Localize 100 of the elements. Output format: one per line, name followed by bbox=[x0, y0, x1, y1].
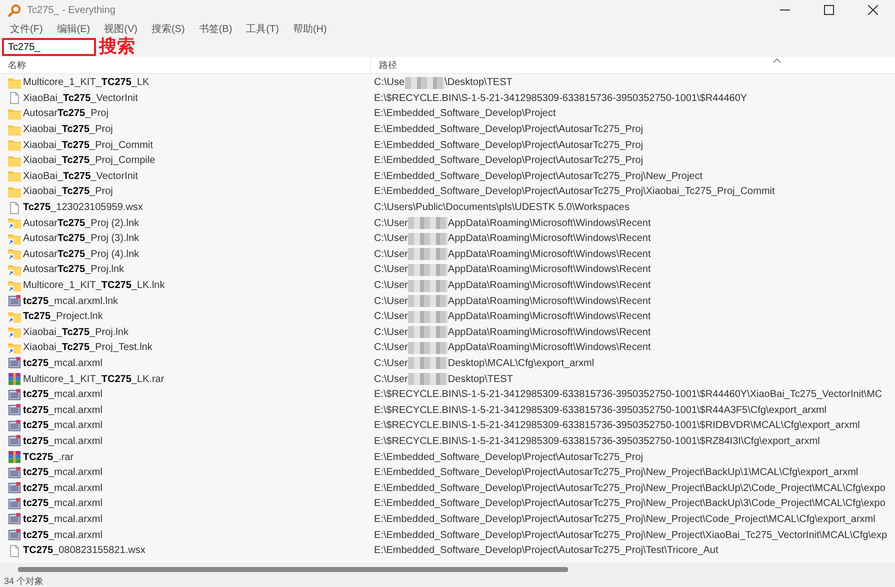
file-path: E:\Embedded_Software_Develop\Project\AutosarTc275_Proj\New_Project\BackUp\2\Code_Project\MCAL\Cfg\expo bbox=[374, 482, 886, 494]
sort-caret-icon bbox=[773, 58, 781, 63]
file-name: Xiaobai_Tc275_Proj_Compile bbox=[23, 155, 156, 166]
maximize-icon[interactable] bbox=[824, 5, 834, 15]
file-name: tc275_mcal.arxml bbox=[23, 514, 102, 525]
file-path: E:\Embedded_Software_Develop\Project\AutosarTc275_Proj bbox=[374, 124, 644, 136]
file-path: E:\Embedded_Software_Develop\Project\AutosarTc275_Proj\New_Project\Code_Project\MCAL\Cfg\export_arxml bbox=[374, 514, 876, 525]
redaction-blur bbox=[408, 357, 448, 370]
file-path: E:\Embedded_Software_Develop\Project\AutosarTc275_Proj bbox=[374, 155, 644, 166]
file-path: E:\$RECYCLE.BIN\S-1-5-21-3412985309-633815736-3950352750-1001\$R44A3F5\Cfg\export_arxml bbox=[374, 404, 827, 416]
folder-icon bbox=[8, 124, 21, 136]
column-header[interactable]: 路径 bbox=[370, 57, 895, 73]
file-path: AppData\Roaming\Microsoft\Windows\Recent bbox=[448, 296, 651, 307]
file-path: E:\Embedded_Software_Develop\Project\AutosarTc275_Proj\New_Project\BackUp\1\MCAL\Cfg\export_arxml bbox=[374, 467, 858, 478]
file-path: C:\User bbox=[374, 264, 408, 276]
file-path: AppData\Roaming\Microsoft\Windows\Recent bbox=[448, 248, 651, 260]
redaction-blur bbox=[404, 76, 445, 89]
file-name: Xiaobai_Tc275_Proj bbox=[23, 124, 113, 136]
file-name: Tc275_Project.lnk bbox=[23, 311, 103, 322]
file-name: tc275_mcal.arxml bbox=[23, 530, 102, 541]
document-window-icon bbox=[8, 295, 21, 308]
file-name: AutosarTc275_Proj (3).lnk bbox=[23, 233, 139, 244]
file-path: C:\User bbox=[374, 311, 408, 322]
file-path: E:\$RECYCLE.BIN\S-1-5-21-3412985309-633815736-3950352750-1001\$R44460Y\XiaoBai_Tc275_VectorInit\MC bbox=[374, 389, 882, 400]
document-window-icon bbox=[8, 466, 21, 479]
file-path: AppData\Roaming\Microsoft\Windows\Recent bbox=[448, 342, 651, 354]
redaction-blur bbox=[408, 232, 448, 245]
file-name: AutosarTc275_Proj.lnk bbox=[23, 264, 124, 276]
menu-item[interactable]: 编辑(E) bbox=[56, 22, 90, 36]
file-name: Xiaobai_Tc275_Proj.lnk bbox=[23, 326, 128, 338]
file-path: E:\Embedded_Software_Develop\Project\AutosarTc275_Proj\Test\Tricore_Aut bbox=[374, 545, 718, 556]
file-path: AppData\Roaming\Microsoft\Windows\Recent bbox=[448, 233, 651, 244]
menu-item[interactable]: 文件(F) bbox=[10, 22, 43, 36]
file-path: AppData\Roaming\Microsoft\Windows\Recent bbox=[448, 311, 651, 322]
file-path: \Desktop\TEST bbox=[444, 77, 512, 88]
file-path: E:\Embedded_Software_Develop\Project\AutosarTc275_Proj\New_Project\BackUp\3\Code_Project\MCAL\Cfg\expo bbox=[374, 498, 886, 510]
menu-item[interactable]: 书签(B) bbox=[198, 22, 232, 36]
file-name: tc275_mcal.arxml bbox=[23, 467, 102, 478]
file-path: C:\User bbox=[374, 218, 408, 229]
document-window-icon bbox=[8, 404, 21, 416]
file-icon bbox=[8, 92, 21, 104]
file-path: E:\$RECYCLE.BIN\S-1-5-21-3412985309-633815736-3950352750-1001\$RIDBVDR\MCAL\Cfg\export_arxml bbox=[374, 420, 860, 432]
menu-item[interactable]: 帮助(H) bbox=[292, 22, 327, 36]
file-path: C:\User bbox=[374, 233, 408, 244]
menu-item[interactable]: 视图(V) bbox=[104, 22, 138, 36]
column-header[interactable]: 名称 bbox=[0, 57, 370, 73]
file-path: C:\User bbox=[374, 358, 408, 369]
redaction-blur bbox=[408, 326, 448, 338]
folder-icon bbox=[8, 154, 21, 167]
file-path: E:\Embedded_Software_Develop\Project\AutosarTc275_Proj\New_Project bbox=[374, 170, 703, 182]
file-path: C:\Users\Public\Documents\pls\UDESTK 5.0\Workspaces bbox=[374, 202, 630, 214]
file-name: XiaoBai_Tc275_VectorInit bbox=[23, 92, 138, 104]
file-path: E:\Embedded_Software_Develop\Project\AutosarTc275_Proj bbox=[374, 452, 644, 463]
document-window-icon bbox=[8, 420, 21, 432]
redaction-blur bbox=[408, 295, 448, 308]
close-icon[interactable] bbox=[868, 5, 878, 15]
folder-icon bbox=[8, 139, 21, 152]
file-path: AppData\Roaming\Microsoft\Windows\Recent bbox=[448, 218, 651, 229]
document-window-icon bbox=[8, 513, 21, 526]
redaction-blur bbox=[408, 248, 448, 260]
document-window-icon bbox=[8, 498, 21, 510]
file-path: E:\Embedded_Software_Develop\Project\AutosarTc275_Proj\Xiaobai_Tc275_Proj_Commit bbox=[374, 186, 775, 198]
file-name: Xiaobai_Tc275_Proj_Test.lnk bbox=[23, 342, 152, 354]
folder-shortcut-icon bbox=[8, 326, 21, 338]
file-path: C:\User bbox=[374, 342, 408, 354]
file-name: AutosarTc275_Proj (2).lnk bbox=[23, 218, 139, 229]
file-name: Multicore_1_KIT_TC275_LK.rar bbox=[23, 374, 164, 385]
folder-shortcut-icon bbox=[8, 342, 21, 354]
search-field[interactable]: Tc275_ bbox=[2, 38, 96, 56]
folder-icon bbox=[8, 186, 21, 198]
redaction-blur bbox=[408, 373, 448, 386]
file-path: AppData\Roaming\Microsoft\Windows\Recent bbox=[448, 280, 651, 292]
window-title: Tc275_ - Everything bbox=[27, 4, 116, 16]
redaction-blur bbox=[408, 217, 448, 230]
file-path: C:\User bbox=[374, 280, 408, 292]
file-path: C:\User bbox=[374, 326, 408, 338]
magnifier-icon bbox=[8, 4, 21, 16]
file-path: C:\User bbox=[374, 296, 408, 307]
menu-item[interactable]: 工具(T) bbox=[246, 22, 279, 36]
redaction-blur bbox=[408, 310, 448, 323]
file-name: Xiaobai_Tc275_Proj bbox=[23, 186, 113, 198]
file-name: TC275_.rar bbox=[23, 452, 74, 463]
document-window-icon bbox=[8, 357, 21, 370]
folder-icon bbox=[8, 170, 21, 182]
menu-item[interactable]: 搜索(S) bbox=[151, 22, 185, 36]
redaction-blur bbox=[408, 264, 448, 276]
folder-shortcut-icon bbox=[8, 232, 21, 245]
redaction-blur bbox=[408, 342, 448, 354]
document-window-icon bbox=[8, 388, 21, 401]
file-name: Xiaobai_Tc275_Proj_Commit bbox=[23, 140, 153, 151]
file-name: AutosarTc275_Proj (4).lnk bbox=[23, 248, 139, 260]
document-window-icon bbox=[8, 482, 21, 494]
file-name: XiaoBai_Tc275_VectorInit bbox=[23, 170, 138, 182]
file-path: E:\Embedded_Software_Develop\Project\AutosarTc275_Proj\New_Project\XiaoBai_Tc275_VectorInit\MCAL\Cfg\exp bbox=[374, 530, 888, 541]
horizontal-scrollbar[interactable] bbox=[0, 563, 895, 575]
document-window-icon bbox=[8, 435, 21, 448]
file-name: tc275_mcal.arxml bbox=[23, 358, 102, 369]
status-text: 34 个对象 bbox=[4, 574, 44, 587]
scrollbar-thumb[interactable] bbox=[18, 566, 568, 572]
archive-icon bbox=[8, 451, 21, 464]
